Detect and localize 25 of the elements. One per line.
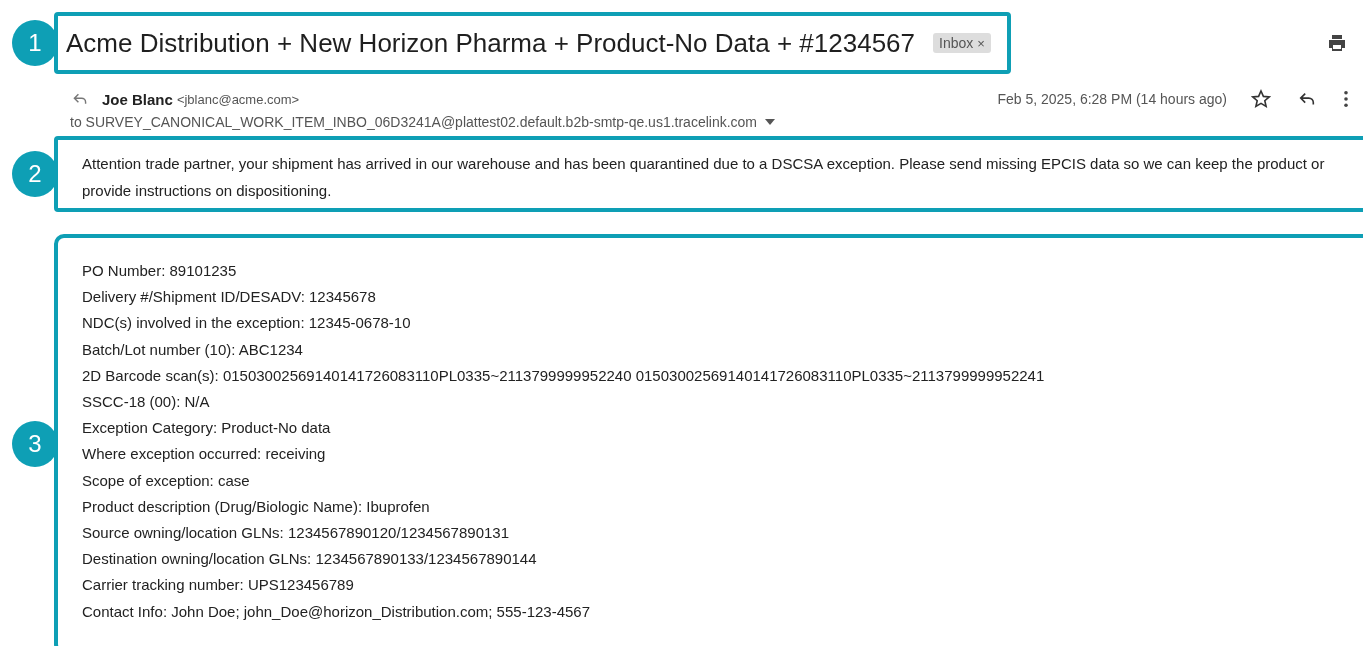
detail-line: Destination owning/location GLNs: 1234567890133/1234567890144 xyxy=(82,549,538,570)
detail-line: Batch/Lot number (10): ABC1234 xyxy=(82,339,304,360)
more-icon[interactable] xyxy=(1343,90,1349,108)
detail-line: NDC(s) involved in the exception: 12345-0678-10 xyxy=(82,313,412,334)
detail-line: Carrier tracking number: UPS123456789 xyxy=(82,575,355,596)
detail-line: PO Number: 89101235 xyxy=(82,261,238,281)
email-subject: Acme Distribution + New Horizon Pharma + Product-No Data + #1234567 xyxy=(66,27,916,59)
detail-line: Exception Category: Product-No data xyxy=(82,418,332,439)
detail-line: Where exception occurred: receiving xyxy=(82,444,327,465)
print-icon[interactable] xyxy=(1327,33,1347,53)
star-icon[interactable] xyxy=(1251,89,1271,109)
inbox-label[interactable]: Inbox × xyxy=(933,33,991,53)
email-date: Feb 5, 2025, 6:28 PM (14 hours ago) xyxy=(997,91,1227,107)
intro-paragraph: Attention trade partner, your shipment has arrived in our warehouse and has been quarantined due to a DSCSA exception. Please send missing EPCIS data so we can keep the product or provide instructions on dispositioning. xyxy=(82,154,1326,201)
detail-line: Product description (Drug/Biologic Name): Ibuprofen xyxy=(82,496,431,517)
detail-line: Scope of exception: case xyxy=(82,470,251,491)
detail-line: Delivery #/Shipment ID/DESADV: 12345678 xyxy=(82,287,377,308)
detail-line: 2D Barcode scan(s): 01503002569140141726083110PL0335~2113799999952240 01503002569140141726083110PL0335~2113799999952241 xyxy=(82,365,1046,386)
sender-name: Joe Blanc xyxy=(102,90,173,108)
detail-line: SSCC-18 (00): N/A xyxy=(82,392,211,412)
detail-line: Contact Info: John Doe; john_Doe@horizon_Distribution.com; 555-123-4567 xyxy=(82,601,592,622)
detail-line: Source owning/location GLNs: 1234567890120/1234567890131 xyxy=(82,523,510,544)
recipient-address: to SURVEY_CANONICAL_WORK_ITEM_INBO_06D3241A@plattest02.default.b2b-smtp-qe.us1.tracelink.com xyxy=(70,114,758,130)
sender-email: <jblanc@acme.com> xyxy=(176,91,300,107)
dropdown-icon[interactable] xyxy=(765,119,776,125)
